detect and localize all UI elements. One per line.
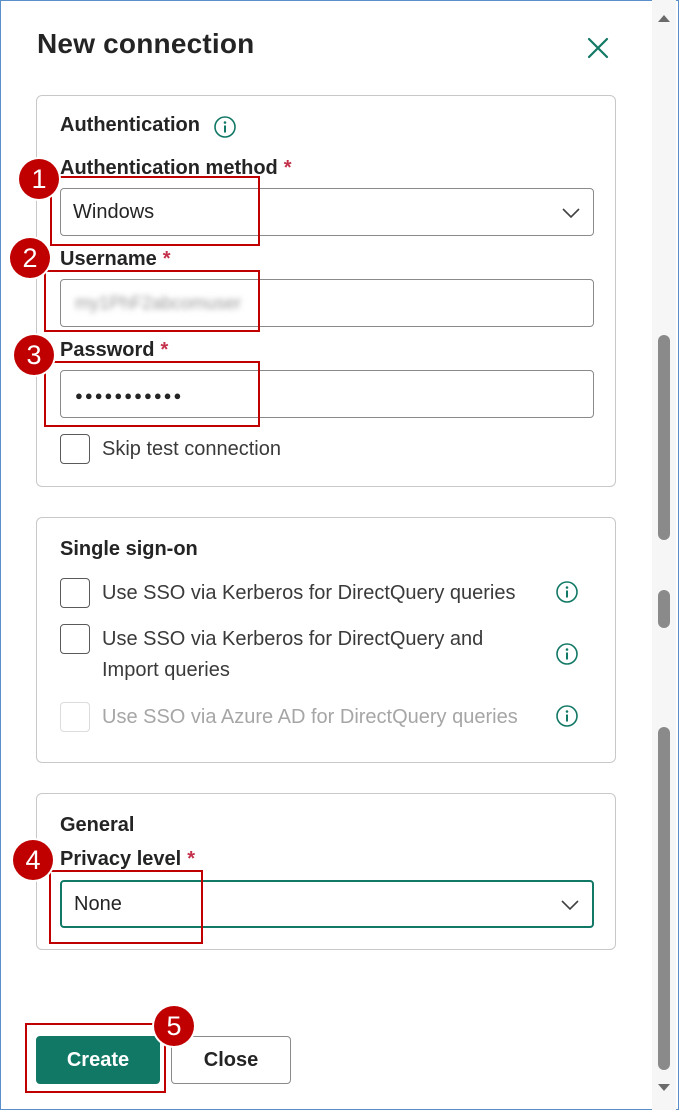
sso-azure-ad-label: Use SSO via Azure AD for DirectQuery que…: [102, 706, 518, 728]
sso-option-azure-ad: Use SSO via Azure AD for DirectQuery que…: [60, 702, 540, 733]
info-icon[interactable]: [555, 580, 579, 604]
sso-section: Single sign-on Use SSO via Kerberos for …: [36, 517, 616, 763]
info-icon[interactable]: [555, 642, 579, 666]
step-badge-3: 3: [14, 335, 54, 375]
sso-title: Single sign-on: [60, 538, 198, 560]
skip-test-label: Skip test connection: [102, 438, 281, 460]
scrollbar-thumb-secondary[interactable]: [658, 590, 670, 628]
sso-kerberos-dq-label: Use SSO via Kerberos for DirectQuery que…: [102, 582, 516, 604]
scroll-down-icon[interactable]: [656, 1082, 672, 1094]
info-icon[interactable]: [555, 704, 579, 728]
sso-azure-ad-checkbox: [60, 702, 90, 732]
username-label: Username *: [60, 248, 171, 270]
callout-box-1: [50, 176, 260, 246]
step-badge-1: 1: [19, 159, 59, 199]
callout-box-2: [44, 270, 260, 332]
skip-test-row[interactable]: Skip test connection: [60, 434, 281, 465]
chevron-down-icon: [562, 208, 580, 219]
close-icon[interactable]: [585, 35, 611, 61]
privacy-level-label: Privacy level *: [60, 848, 196, 870]
callout-box-5: [25, 1023, 166, 1093]
callout-box-3: [44, 361, 260, 427]
general-title: General: [60, 814, 135, 836]
password-label: Password *: [60, 339, 169, 361]
sso-option-kerberos-dq-import[interactable]: Use SSO via Kerberos for DirectQuery and…: [60, 624, 510, 686]
scrollbar-thumb[interactable]: [658, 335, 670, 540]
close-button[interactable]: Close: [171, 1036, 291, 1084]
callout-box-4: [49, 870, 203, 944]
sso-option-kerberos-dq[interactable]: Use SSO via Kerberos for DirectQuery que…: [60, 578, 530, 609]
sso-kerberos-dq-import-checkbox[interactable]: [60, 624, 90, 654]
sso-kerberos-dq-import-label: Use SSO via Kerberos for DirectQuery and…: [102, 628, 484, 681]
scrollbar[interactable]: [652, 0, 676, 1110]
dialog-title: New connection: [37, 28, 255, 59]
step-badge-2: 2: [10, 238, 50, 278]
scrollbar-thumb-lower[interactable]: [658, 727, 670, 1070]
authentication-title: Authentication: [60, 114, 200, 136]
step-badge-5: 5: [154, 1006, 194, 1046]
scroll-up-icon[interactable]: [656, 12, 672, 24]
chevron-down-icon: [561, 900, 579, 911]
step-badge-4: 4: [13, 840, 53, 880]
sso-kerberos-dq-checkbox[interactable]: [60, 578, 90, 608]
skip-test-checkbox[interactable]: [60, 434, 90, 464]
info-icon[interactable]: [213, 115, 237, 139]
